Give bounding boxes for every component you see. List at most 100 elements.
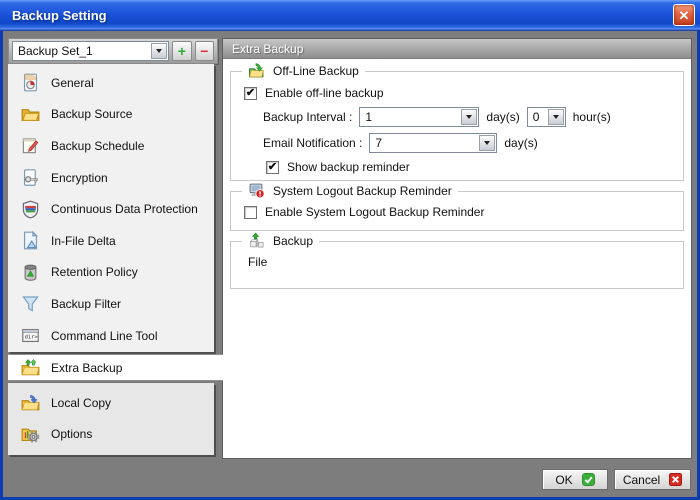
general-icon: [21, 73, 40, 92]
options-gear-icon: [21, 425, 40, 444]
add-backup-set-button[interactable]: +: [172, 41, 191, 61]
sidebar-item-continuous-data-protection[interactable]: Continuous Data Protection: [8, 193, 214, 225]
ok-button-label: OK: [555, 473, 572, 487]
show-backup-reminder-label: Show backup reminder: [287, 160, 410, 174]
sidebar-item-label: In-File Delta: [51, 234, 116, 248]
sidebar-item-backup-source[interactable]: Backup Source: [8, 99, 214, 131]
extra-backup-icon: [21, 358, 40, 377]
enable-offline-backup-label: Enable off-line backup: [265, 86, 384, 100]
backup-set-dropdown-button[interactable]: [151, 43, 167, 59]
days-label: day(s): [486, 110, 519, 124]
sidebar-item-label: General: [51, 76, 94, 90]
encryption-icon: [21, 168, 40, 187]
sidebar-item-label: Extra Backup: [51, 361, 122, 375]
sidebar-item-retention-policy[interactable]: Retention Policy: [8, 257, 214, 289]
backup-group: Backup File: [230, 241, 684, 289]
offline-backup-title: Off-Line Backup: [273, 64, 359, 78]
sidebar-item-backup-filter[interactable]: Backup Filter: [8, 288, 214, 320]
backup-interval-select[interactable]: 1: [359, 107, 479, 127]
hours-label: hour(s): [573, 110, 611, 124]
sidebar-item-backup-schedule[interactable]: Backup Schedule: [8, 130, 214, 162]
sidebar-item-label: Options: [51, 427, 92, 441]
check-icon: [582, 473, 595, 486]
titlebar: Backup Setting ✕: [0, 0, 700, 31]
email-notification-value: 7: [370, 134, 478, 152]
enable-offline-backup-checkbox[interactable]: ✔: [244, 87, 257, 100]
chevron-down-icon: [484, 141, 490, 145]
sidebar-item-label: Retention Policy: [51, 265, 138, 279]
backup-schedule-icon: [21, 136, 40, 155]
backup-interval-hours-select[interactable]: 0: [527, 107, 566, 127]
backup-interval-hours-value: 0: [528, 108, 547, 126]
system-logout-group: System Logout Backup Reminder Enable Sys…: [230, 191, 684, 231]
cdp-shield-icon: [21, 200, 40, 219]
sidebar-lower-panel: Local Copy Options: [8, 383, 214, 455]
backup-filter-funnel-icon: [21, 294, 40, 313]
backup-type-value: File: [248, 255, 683, 269]
panel-header: Extra Backup: [223, 39, 691, 59]
backup-set-value: Backup Set_1: [13, 42, 150, 60]
offline-backup-legend: Off-Line Backup: [242, 62, 365, 79]
backup-setting-dialog: Backup Setting ✕ Backup Set_1 + − Genera…: [0, 0, 700, 500]
sidebar-item-command-line-tool[interactable]: dir> Command Line Tool: [8, 320, 214, 352]
backup-interval-dropdown-button[interactable]: [461, 109, 477, 125]
sidebar-item-label: Backup Source: [51, 107, 132, 121]
sidebar-item-local-copy[interactable]: Local Copy: [8, 387, 214, 419]
offline-backup-group: Off-Line Backup ✔ Enable off-line backup…: [230, 71, 684, 181]
offline-backup-icon: [248, 62, 265, 79]
sidebar-item-label: Backup Schedule: [51, 139, 144, 153]
sidebar-item-general[interactable]: General: [8, 67, 214, 99]
backup-set-selector[interactable]: Backup Set_1: [12, 41, 169, 61]
dialog-client-area: Backup Set_1 + − General Backup Source B…: [3, 31, 697, 497]
backup-source-icon: [21, 105, 40, 124]
remove-backup-set-button[interactable]: −: [195, 41, 214, 61]
email-notification-dropdown-button[interactable]: [479, 135, 495, 151]
system-logout-legend: System Logout Backup Reminder: [242, 182, 458, 199]
x-icon: [669, 473, 682, 486]
hours-dropdown-button[interactable]: [548, 109, 564, 125]
cancel-button[interactable]: Cancel: [614, 469, 691, 490]
enable-system-logout-label: Enable System Logout Backup Reminder: [265, 205, 484, 219]
enable-offline-backup-row: ✔ Enable off-line backup: [244, 86, 683, 100]
backup-set-toolbar: Backup Set_1 + −: [8, 38, 218, 64]
sidebar-item-label: Command Line Tool: [51, 329, 158, 343]
close-icon[interactable]: ✕: [673, 4, 695, 26]
sidebar-item-in-file-delta[interactable]: In-File Delta: [8, 225, 214, 257]
system-logout-reminder-icon: [248, 182, 265, 199]
sidebar-item-label: Local Copy: [51, 396, 111, 410]
panel-title: Extra Backup: [232, 42, 303, 56]
extra-backup-panel: Extra Backup Off-Line Backup ✔ Enable of…: [222, 38, 692, 459]
sidebar-upper-panel: General Backup Source Backup Schedule En…: [8, 64, 214, 352]
window-title: Backup Setting: [0, 8, 107, 23]
backup-title: Backup: [273, 234, 313, 248]
backup-file-icon: [248, 232, 265, 249]
chevron-down-icon: [156, 49, 162, 53]
sidebar-item-label: Encryption: [51, 171, 108, 185]
show-backup-reminder-checkbox[interactable]: ✔: [266, 161, 279, 174]
show-backup-reminder-row: ✔ Show backup reminder: [266, 160, 683, 174]
backup-interval-row: Backup Interval : 1 day(s) 0 hour(s): [263, 107, 683, 127]
ok-button[interactable]: OK: [542, 469, 608, 490]
chevron-down-icon: [466, 115, 472, 119]
email-notification-row: Email Notification : 7 day(s): [263, 133, 683, 153]
svg-text:dir>: dir>: [25, 335, 39, 341]
backup-legend: Backup: [242, 232, 319, 249]
retention-policy-icon: [21, 263, 40, 282]
email-days-label: day(s): [504, 136, 537, 150]
email-notification-label: Email Notification :: [263, 136, 362, 150]
email-notification-select[interactable]: 7: [369, 133, 497, 153]
sidebar-item-extra-backup[interactable]: Extra Backup: [8, 354, 223, 381]
local-copy-icon: [21, 393, 40, 412]
panel-content: Off-Line Backup ✔ Enable off-line backup…: [223, 59, 691, 289]
sidebar-item-encryption[interactable]: Encryption: [8, 162, 214, 194]
sidebar-item-options[interactable]: Options: [8, 419, 214, 451]
command-line-icon: dir>: [21, 326, 40, 345]
system-logout-title: System Logout Backup Reminder: [273, 184, 452, 198]
backup-interval-value: 1: [360, 108, 460, 126]
sidebar-item-label: Continuous Data Protection: [51, 202, 198, 216]
enable-system-logout-checkbox[interactable]: [244, 206, 257, 219]
chevron-down-icon: [553, 115, 559, 119]
cancel-button-label: Cancel: [623, 473, 660, 487]
in-file-delta-icon: [21, 231, 40, 250]
enable-system-logout-row: Enable System Logout Backup Reminder: [244, 205, 683, 219]
